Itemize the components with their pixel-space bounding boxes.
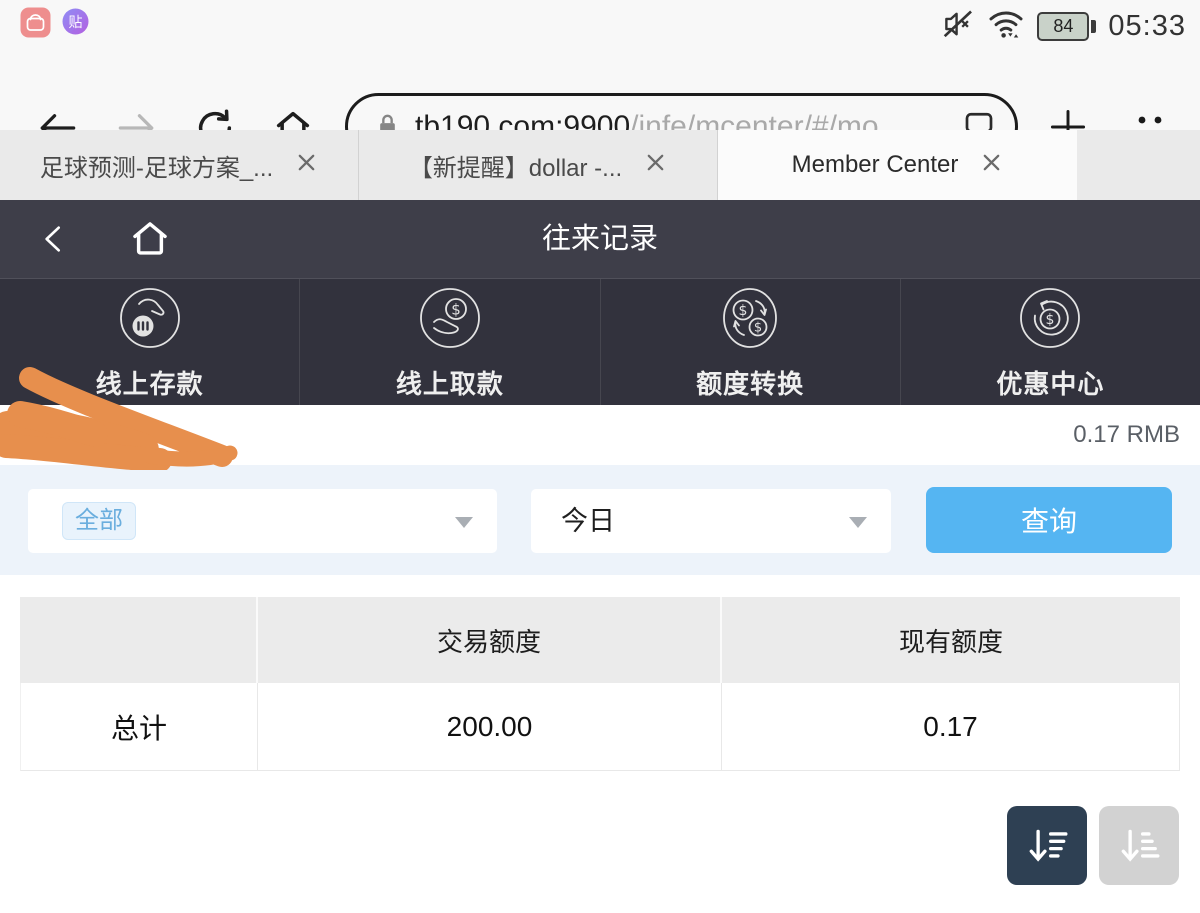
svg-text:$: $ [754, 320, 762, 335]
tab-dollar[interactable]: 【新提醒】dollar -... [359, 130, 718, 200]
sort-ascending-icon [1116, 823, 1162, 869]
battery-icon: 84 [1037, 12, 1096, 41]
battery-level: 84 [1053, 16, 1073, 37]
filter-bar: 全部 今日 查询 [0, 465, 1200, 575]
menu-label: 线上取款 [396, 364, 504, 401]
close-icon[interactable] [980, 151, 1003, 179]
status-bar: 贴 84 05:33 [0, 0, 1200, 45]
wifi-icon [987, 6, 1025, 47]
home-white-icon[interactable] [128, 217, 172, 266]
tab-label: 足球预测-足球方案_... [40, 148, 273, 183]
notification-badges: 贴 [20, 7, 91, 43]
sort-ascending-button[interactable] [1099, 806, 1179, 885]
sort-controls [1007, 806, 1179, 885]
cell-row-label: 总计 [20, 683, 258, 771]
close-icon[interactable] [644, 151, 667, 179]
chevron-left-icon[interactable] [38, 222, 70, 261]
sort-descending-button[interactable] [1007, 806, 1087, 885]
tieba-badge-icon: 贴 [60, 7, 91, 43]
deposit-icon [118, 286, 182, 355]
header-cell-current-amount: 现有额度 [722, 597, 1180, 683]
header-cell-blank [20, 597, 258, 683]
tab-label: 【新提醒】dollar -... [409, 148, 622, 183]
transfer-icon: $$ [718, 286, 782, 355]
tab-football[interactable]: 足球预测-足球方案_... [0, 130, 359, 200]
table-row-total: 总计 200.00 0.17 [20, 683, 1180, 771]
status-clock: 05:33 [1108, 10, 1186, 43]
tab-bar: 足球预测-足球方案_... 【新提醒】dollar -... Member Ce… [0, 130, 1200, 200]
mute-icon [941, 7, 975, 46]
chevron-down-icon [455, 517, 473, 528]
type-select[interactable]: 全部 [28, 489, 497, 553]
tab-bar-filler [1077, 130, 1200, 200]
page-header: 往来记录 [0, 200, 1200, 278]
summary-table: 交易额度 现有额度 总计 200.00 0.17 [20, 597, 1180, 771]
withdraw-icon: $ [418, 286, 482, 355]
query-button[interactable]: 查询 [926, 487, 1172, 553]
menu-item-deposit[interactable]: 线上存款 [0, 279, 300, 405]
page-title: 往来记录 [0, 200, 1200, 278]
menu-label: 线上存款 [96, 364, 204, 401]
date-select[interactable]: 今日 [531, 489, 891, 553]
header-cell-trade-amount: 交易额度 [258, 597, 722, 683]
menu-item-transfer[interactable]: $$ 额度转换 [601, 279, 901, 405]
menu-item-promo[interactable]: $ 优惠中心 [901, 279, 1200, 405]
balance-amount: 0.17 RMB [1073, 405, 1180, 465]
browser-toolbar: tb190.com:9900/infe/mcenter/#/mo [0, 45, 1200, 130]
date-selected-value: 今日 [561, 489, 615, 553]
tab-member-center[interactable]: Member Center [718, 130, 1077, 200]
svg-text:$: $ [739, 303, 748, 319]
svg-text:贴: 贴 [69, 14, 83, 30]
menu-label: 额度转换 [696, 364, 804, 401]
chevron-down-icon [849, 517, 867, 528]
promo-icon: $ [1018, 286, 1082, 355]
table-header-row: 交易额度 现有额度 [20, 597, 1180, 683]
balance-row: 0.17 RMB [0, 405, 1200, 465]
appgallery-badge-icon [20, 7, 51, 43]
sort-descending-icon [1024, 823, 1070, 869]
tab-label: Member Center [792, 151, 959, 179]
svg-text:$: $ [451, 300, 461, 318]
type-selected-tag[interactable]: 全部 [62, 502, 136, 540]
menu-item-withdraw[interactable]: $ 线上取款 [300, 279, 600, 405]
quick-menu: 线上存款 $ 线上取款 $$ 额度转换 $ 优惠中心 [0, 278, 1200, 405]
cell-current-amount: 0.17 [722, 683, 1180, 771]
close-icon[interactable] [295, 151, 318, 179]
browser-window: 贴 84 05:33 [0, 0, 1200, 913]
menu-label: 优惠中心 [996, 364, 1104, 401]
svg-text:$: $ [1046, 312, 1055, 328]
cell-trade-amount: 200.00 [258, 683, 722, 771]
